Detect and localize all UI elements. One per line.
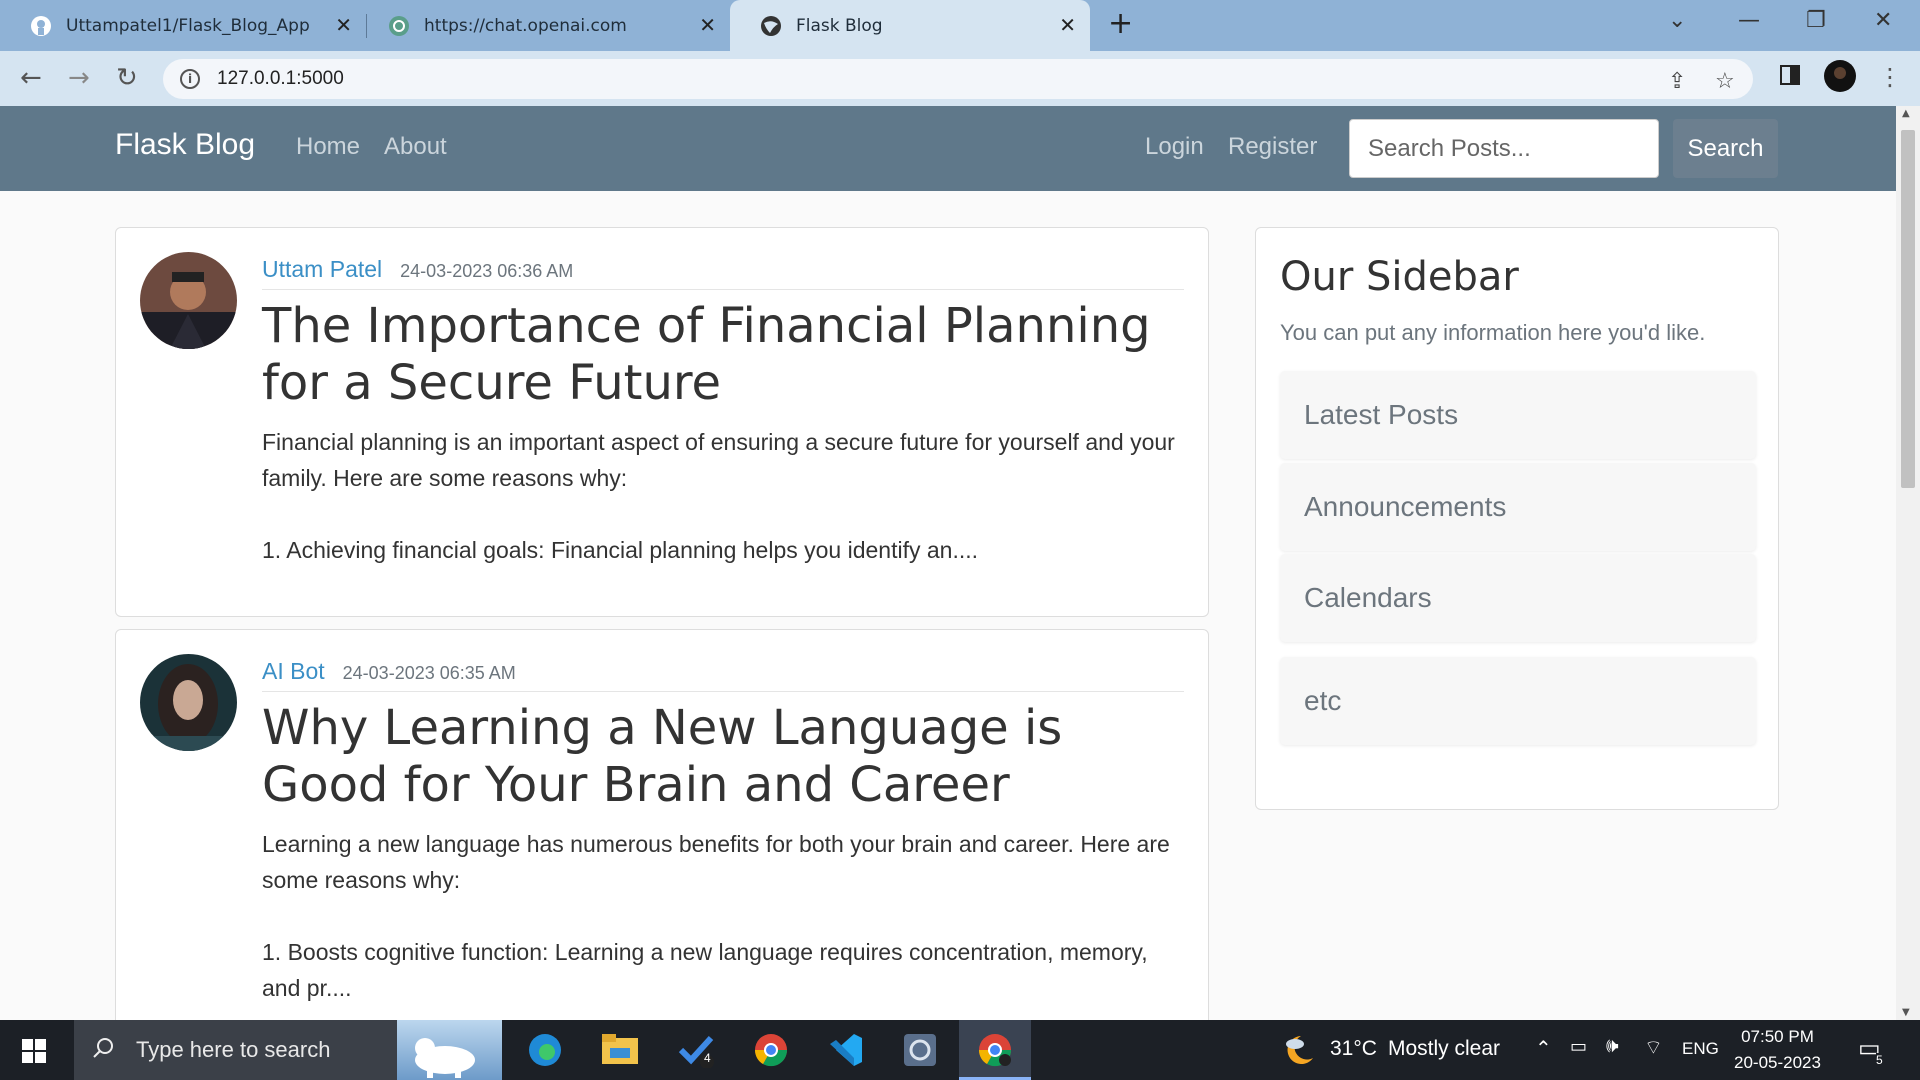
author-avatar: [140, 654, 237, 751]
author-avatar: [140, 252, 237, 349]
weather-temp[interactable]: 31°C: [1330, 1037, 1377, 1061]
browser-tab-strip: Uttampatel1/Flask_Blog_App ✕ https://cha…: [0, 0, 1920, 51]
clock-time: 07:50 PM: [1741, 1027, 1814, 1046]
post-title-link[interactable]: Why Learning a New Language is Good for …: [262, 700, 1182, 814]
sidebar-description: You can put any information here you'd l…: [1280, 320, 1706, 345]
minimize-icon[interactable]: —: [1738, 8, 1760, 33]
globe-icon: [760, 15, 782, 37]
search-posts-input[interactable]: [1349, 119, 1659, 178]
show-hidden-icons-chevron[interactable]: ⌃: [1535, 1036, 1552, 1061]
profile-avatar-icon[interactable]: [1824, 60, 1856, 96]
post-title-link[interactable]: The Importance of Financial Planning for…: [262, 298, 1182, 412]
new-tab-button[interactable]: +: [1108, 9, 1133, 39]
post-date: 24-03-2023 06:35 AM: [342, 663, 516, 683]
post-author-link[interactable]: Uttam Patel: [262, 256, 382, 283]
taskbar-search-box[interactable]: Type here to search: [74, 1020, 502, 1080]
vscode-icon[interactable]: [826, 1030, 866, 1070]
chrome-active-icon[interactable]: [975, 1030, 1015, 1070]
tab-chatgpt[interactable]: https://chat.openai.com ✕: [360, 0, 730, 51]
tab-search-chevron-icon[interactable]: ⌄: [1668, 8, 1686, 33]
post-date: 24-03-2023 06:36 AM: [400, 261, 574, 281]
search-icon: [92, 1037, 114, 1063]
forward-arrow-icon[interactable]: →: [68, 63, 90, 93]
reload-icon[interactable]: ↻: [116, 63, 138, 93]
tab-title: Uttampatel1/Flask_Blog_App: [66, 15, 310, 36]
wifi-icon[interactable]: ⌔: [1644, 1035, 1663, 1060]
browser-toolbar: ← → ↻ i 127.0.0.1:5000 ⇪ ☆ ⋮: [0, 51, 1920, 106]
site-navbar: Flask Blog Home About Login Register Sea…: [0, 106, 1896, 191]
sidebar-item-etc[interactable]: etc: [1280, 657, 1756, 745]
scrollbar-thumb[interactable]: [1901, 130, 1915, 488]
sidebar-item-announcements[interactable]: Announcements: [1280, 463, 1756, 551]
polar-bear-search-art: [397, 1020, 502, 1080]
nav-about-link[interactable]: About: [384, 133, 447, 161]
tab-flask-blog[interactable]: Flask Blog ✕: [730, 0, 1090, 51]
sidebar-item-calendars[interactable]: Calendars: [1280, 554, 1756, 642]
sidebar: Our Sidebar You can put any information …: [1255, 227, 1779, 810]
search-button[interactable]: Search: [1673, 119, 1778, 178]
nav-home-link[interactable]: Home: [296, 133, 360, 161]
notification-count: 5: [1876, 1053, 1883, 1067]
tab-title: Flask Blog: [796, 15, 883, 36]
weather-icon[interactable]: [1279, 1030, 1319, 1070]
taskbar-search-placeholder: Type here to search: [136, 1037, 331, 1062]
sidebar-title: Our Sidebar: [1280, 254, 1519, 300]
scroll-down-icon[interactable]: ▼: [1902, 1007, 1910, 1018]
tab-title: https://chat.openai.com: [424, 15, 627, 36]
address-bar[interactable]: i 127.0.0.1:5000 ⇪ ☆: [163, 59, 1753, 99]
post-card: AI Bot 24-03-2023 06:35 AM Why Learning …: [115, 629, 1209, 1020]
clock-date: 20-05-2023: [1734, 1053, 1821, 1072]
site-brand[interactable]: Flask Blog: [115, 128, 255, 162]
battery-icon[interactable]: ▭: [1570, 1036, 1587, 1057]
file-explorer-icon[interactable]: [600, 1030, 640, 1070]
page-viewport: Flask Blog Home About Login Register Sea…: [0, 106, 1896, 1020]
share-icon[interactable]: ⇪: [1668, 69, 1686, 94]
url-text[interactable]: 127.0.0.1:5000: [217, 68, 344, 90]
volume-icon[interactable]: 🕪: [1606, 1035, 1619, 1058]
chrome-icon[interactable]: [751, 1030, 791, 1070]
side-panel-icon[interactable]: [1779, 64, 1801, 90]
page-scrollbar[interactable]: ▲ ▼: [1896, 106, 1920, 1020]
close-tab-icon[interactable]: ✕: [699, 13, 716, 37]
close-tab-icon[interactable]: ✕: [1059, 13, 1076, 37]
post-author-link[interactable]: AI Bot: [262, 658, 325, 685]
openai-icon: [388, 15, 410, 37]
app-icon[interactable]: [900, 1030, 940, 1070]
site-info-icon[interactable]: i: [180, 69, 200, 89]
back-arrow-icon[interactable]: ←: [20, 63, 42, 93]
nav-login-link[interactable]: Login: [1145, 133, 1204, 161]
todo-icon[interactable]: 4: [676, 1030, 716, 1070]
restore-icon[interactable]: ❐: [1806, 8, 1826, 33]
post-excerpt: Learning a new language has numerous ben…: [262, 831, 1170, 1001]
bookmark-star-icon[interactable]: ☆: [1715, 69, 1735, 94]
windows-taskbar: Type here to search 4 31°C Mostly clear …: [0, 1020, 1920, 1080]
close-tab-icon[interactable]: ✕: [335, 13, 352, 37]
weather-description[interactable]: Mostly clear: [1388, 1037, 1500, 1061]
sidebar-item-latest-posts[interactable]: Latest Posts: [1280, 371, 1756, 459]
tab-github[interactable]: Uttampatel1/Flask_Blog_App ✕: [0, 0, 366, 51]
more-menu-icon[interactable]: ⋮: [1878, 63, 1902, 91]
system-clock[interactable]: 07:50 PM 20-05-2023: [1734, 1024, 1821, 1076]
language-indicator[interactable]: ENG: [1682, 1039, 1719, 1059]
edge-icon[interactable]: [525, 1030, 565, 1070]
nav-register-link[interactable]: Register: [1228, 133, 1317, 161]
post-card: Uttam Patel 24-03-2023 06:36 AM The Impo…: [115, 227, 1209, 617]
github-icon: [30, 15, 52, 37]
windows-start-icon[interactable]: [22, 1039, 46, 1067]
post-meta: AI Bot 24-03-2023 06:35 AM: [262, 658, 1184, 692]
close-window-icon[interactable]: ✕: [1874, 8, 1892, 33]
post-meta: Uttam Patel 24-03-2023 06:36 AM: [262, 256, 1184, 290]
scroll-up-icon[interactable]: ▲: [1902, 108, 1910, 119]
todo-badge: 4: [704, 1051, 711, 1065]
post-excerpt: Financial planning is an important aspec…: [262, 429, 1175, 563]
